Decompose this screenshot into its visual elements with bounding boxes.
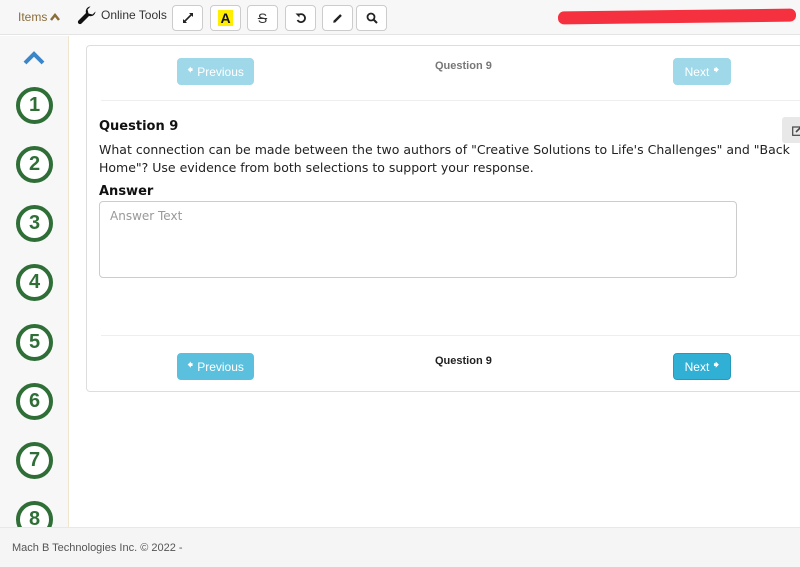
- strikethrough-icon: S: [257, 10, 268, 26]
- next-label: Next: [684, 64, 710, 79]
- top-toolbar: Items Online Tools A S: [0, 0, 800, 35]
- arrow-right-icon: 🠺: [713, 358, 720, 372]
- wrench-icon: [77, 6, 96, 25]
- chevron-up-icon: [50, 13, 61, 21]
- items-toggle-button[interactable]: Items: [18, 10, 61, 24]
- question-indicator-top: Question 9: [435, 60, 492, 72]
- note-edit-button[interactable]: [782, 117, 800, 143]
- next-button-bottom[interactable]: Next 🠺: [673, 353, 731, 380]
- arrow-left-icon: 🠸: [187, 358, 194, 372]
- undo-tool-button[interactable]: [285, 5, 316, 31]
- question-nav-6[interactable]: 6: [16, 383, 53, 420]
- next-button-top[interactable]: Next 🠺: [673, 58, 731, 85]
- items-label: Items: [18, 10, 48, 24]
- question-nav-3[interactable]: 3: [16, 205, 53, 242]
- highlighter-icon: A: [218, 10, 233, 26]
- question-nav-8[interactable]: 8: [16, 501, 53, 527]
- search-tool-button[interactable]: [356, 5, 387, 31]
- search-icon: [366, 12, 378, 24]
- pencil-icon: [332, 14, 342, 23]
- expand-arrows-icon: [182, 13, 193, 23]
- previous-button-top[interactable]: 🠸 Previous: [177, 58, 254, 85]
- online-tools-button[interactable]: Online Tools: [77, 5, 167, 25]
- previous-label: Previous: [197, 64, 244, 79]
- strikethrough-tool-button[interactable]: S: [247, 5, 278, 31]
- divider-top: [101, 100, 800, 101]
- copyright-text: Mach B Technologies Inc. © 2022 -: [12, 542, 183, 554]
- undo-icon: [295, 13, 306, 23]
- question-nav-7[interactable]: 7: [16, 442, 53, 479]
- question-nav-2[interactable]: 2: [16, 146, 53, 183]
- question-indicator-bottom: Question 9: [435, 355, 492, 367]
- footer: Mach B Technologies Inc. © 2022 -: [0, 527, 800, 567]
- answer-textarea[interactable]: [99, 201, 737, 278]
- scroll-up-chevron-icon[interactable]: [22, 50, 46, 66]
- redacted-username: [557, 8, 797, 25]
- expand-tool-button[interactable]: [172, 5, 203, 31]
- answer-label: Answer: [99, 184, 154, 199]
- question-nav-4[interactable]: 4: [16, 264, 53, 301]
- online-tools-label: Online Tools: [101, 8, 167, 22]
- arrow-right-icon: 🠺: [713, 63, 720, 77]
- pencil-tool-button[interactable]: [322, 5, 353, 31]
- previous-label: Previous: [197, 359, 244, 374]
- edit-note-icon: [791, 125, 800, 136]
- previous-button-bottom[interactable]: 🠸 Previous: [177, 353, 254, 380]
- divider-bottom: [101, 335, 800, 336]
- question-text: What connection can be made between the …: [99, 142, 790, 175]
- question-nav-1[interactable]: 1: [16, 87, 53, 124]
- arrow-left-icon: 🠸: [187, 63, 194, 77]
- next-label: Next: [684, 359, 710, 374]
- question-card: 🠸 Previous Question 9 Next 🠺 Question 9 …: [86, 45, 800, 392]
- highlight-tool-button[interactable]: A: [210, 5, 241, 31]
- question-nav-5[interactable]: 5: [16, 324, 53, 361]
- question-title: Question 9: [99, 119, 179, 134]
- question-sidebar: 1 2 3 4 5 6 7 8: [0, 36, 69, 527]
